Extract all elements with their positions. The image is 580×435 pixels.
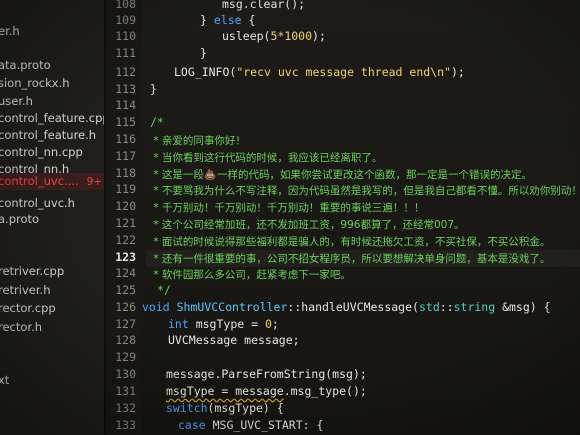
file-item-active[interactable]: control_uvc.... 9+ — [0, 173, 104, 190]
file-item[interactable]: a.proto — [0, 212, 39, 226]
editor-screen: er.h ata.proto sion_rockx.h user.h contr… — [0, 0, 580, 435]
line-number: 119 — [115, 182, 136, 196]
line-number: 132 — [115, 401, 136, 415]
line-number: 110 — [115, 29, 136, 43]
code-line[interactable]: msg.clear(); — [222, 0, 305, 11]
code-line[interactable]: LOG_INFO("recv uvc message thread end\n"… — [174, 65, 465, 79]
code-line[interactable]: UVCMessage message; — [168, 333, 300, 347]
problems-badge: 9+ — [86, 176, 103, 188]
comment-line[interactable]: * 这是一段💩一样的代码，如果你尝试更改这个函数，那一定是一个错误的决定。 — [150, 167, 532, 182]
file-item[interactable]: sion_rockx.h — [0, 76, 70, 90]
line-number: 133 — [115, 418, 136, 432]
line-number: 117 — [115, 149, 136, 163]
file-item[interactable]: ata.proto — [0, 58, 51, 72]
warning-squiggle[interactable]: msgType = message — [166, 384, 284, 398]
line-number: 126 — [115, 300, 136, 314]
code-line[interactable]: } — [150, 82, 157, 96]
line-number: 122 — [115, 233, 136, 247]
line-number-gutter: 108 109 110 111 112 113 114 115 116 117 … — [106, 0, 142, 435]
code-line[interactable]: void ShmUVCController::handleUVCMessage(… — [142, 300, 551, 314]
file-item[interactable]: retriver.h — [0, 283, 50, 297]
line-number: 113 — [115, 82, 136, 96]
comment-line[interactable]: * 面试的时候说得那些福利都是骗人的，有时候还拖欠工资，不买社保，不买公积金。 — [150, 234, 550, 249]
code-line[interactable]: msgType = message.msg_type(); — [166, 384, 367, 398]
comment-line[interactable]: * 千万别动！千万别动！千万别动！重要的事说三遍！！！ — [150, 200, 424, 215]
code-line[interactable]: case MSG_UVC_START: { — [178, 418, 323, 432]
comment-line[interactable]: * 亲爱的同事你好！ — [150, 133, 246, 148]
comment-line[interactable]: */ — [150, 283, 171, 297]
file-item[interactable]: control_feature.cpp — [0, 111, 104, 125]
line-number: 118 — [115, 166, 136, 180]
line-number: 120 — [115, 199, 136, 213]
line-number: 127 — [115, 317, 136, 331]
line-number: 121 — [115, 216, 136, 230]
code-line[interactable]: } else { — [200, 13, 255, 27]
comment-line[interactable]: * 不要骂我为什么不写注释，因为代码虽然是我写的，但是我自己都看不懂。所以劝你别… — [150, 183, 580, 198]
file-item[interactable]: er.h — [0, 24, 20, 38]
file-explorer-sidebar: er.h ata.proto sion_rockx.h user.h contr… — [0, 0, 104, 435]
line-number: 114 — [115, 98, 136, 112]
line-number: 131 — [115, 384, 136, 398]
file-item[interactable]: xt — [0, 373, 9, 387]
file-item[interactable]: rector.h — [0, 320, 42, 334]
line-number: 128 — [115, 333, 136, 347]
file-item[interactable]: control_uvc.h — [0, 196, 75, 210]
comment-line[interactable]: /* — [150, 115, 164, 129]
file-item[interactable]: control_nn.cpp — [0, 145, 83, 159]
line-number: 124 — [115, 266, 136, 280]
file-item[interactable]: rector.cpp — [0, 301, 56, 315]
file-item[interactable]: control_feature.h — [0, 128, 96, 142]
code-line[interactable]: } — [200, 46, 207, 60]
code-line[interactable]: message.ParseFromString(msg); — [166, 367, 367, 381]
comment-line[interactable]: * 软件园那么多公司，赶紧考虑下一家吧。 — [150, 267, 351, 282]
line-number: 108 — [115, 0, 136, 11]
code-line[interactable]: usleep(5*1000); — [222, 29, 326, 43]
file-item[interactable]: user.h — [0, 94, 33, 108]
code-editor[interactable]: msg.clear(); } else { usleep(5*1000); } … — [142, 0, 580, 435]
line-number: 116 — [115, 132, 136, 146]
comment-line[interactable]: * 当你看到这行代码的时候，我应该已经离职了。 — [150, 150, 382, 165]
file-item[interactable]: retriver.cpp — [0, 264, 64, 278]
line-number: 109 — [115, 13, 136, 27]
line-number: 129 — [115, 350, 136, 364]
comment-line[interactable]: * 还有一件很重要的事，公司不招女程序员，所以要想解决单身问题，基本是没戏了。 — [150, 251, 550, 266]
code-line[interactable]: switch(msgType) { — [166, 401, 284, 415]
code-line[interactable]: int msgType = 0; — [168, 317, 279, 331]
line-number: 130 — [115, 367, 136, 381]
line-number: 112 — [115, 65, 136, 79]
line-number-current: 123 — [115, 250, 136, 264]
line-number: 111 — [115, 46, 136, 60]
line-number: 125 — [115, 283, 136, 297]
line-number: 115 — [115, 115, 136, 129]
comment-line[interactable]: * 这个公司经常加班，还不发加班工资，996都算了，还经常007。 — [150, 217, 464, 232]
